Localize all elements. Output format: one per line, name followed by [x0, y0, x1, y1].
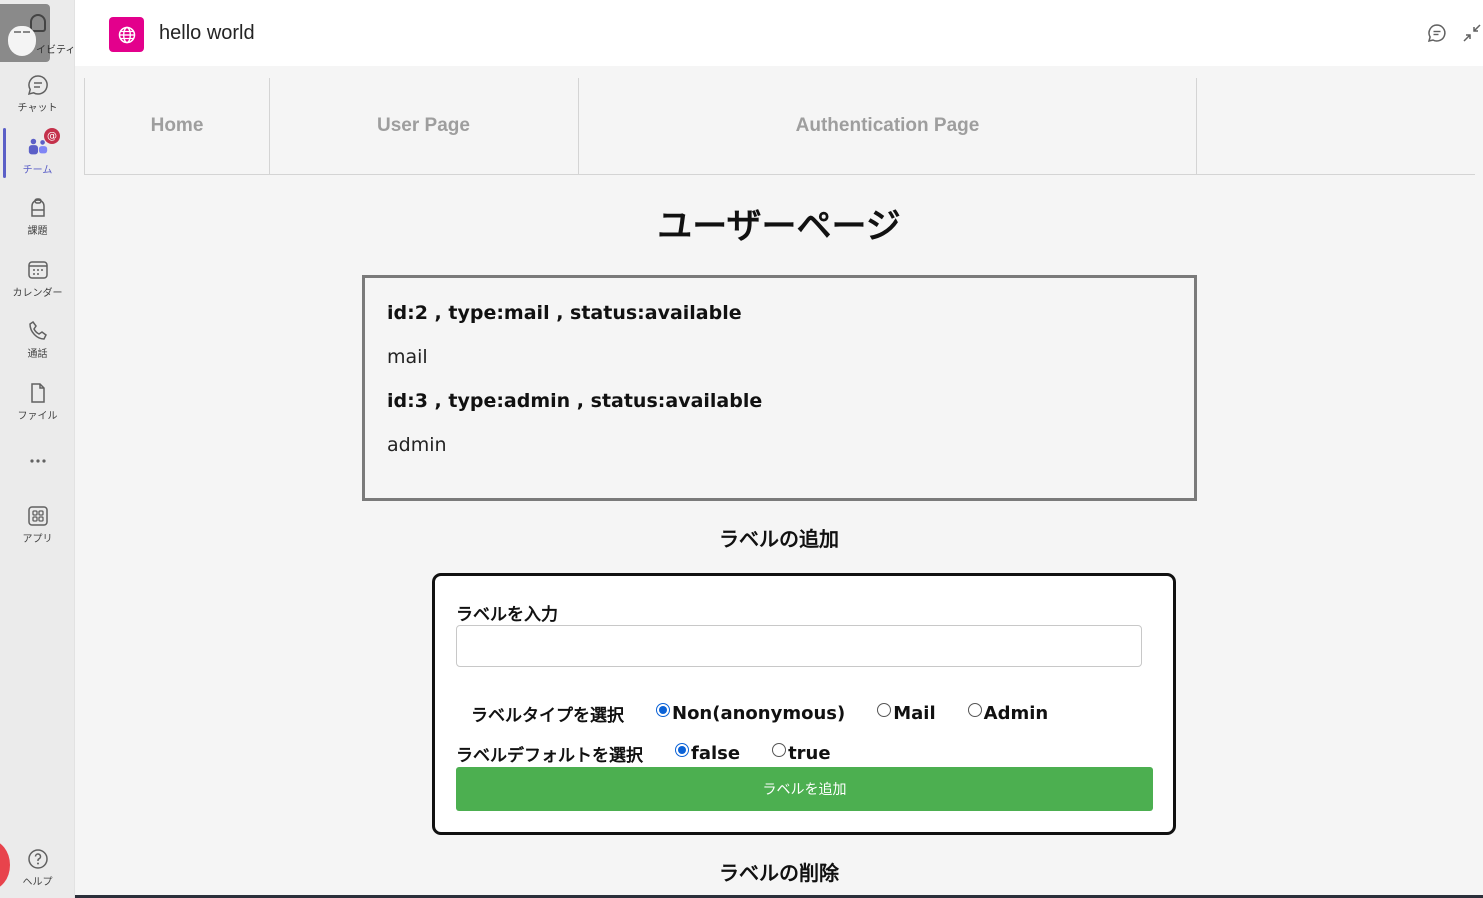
tab-label: Home	[150, 115, 204, 136]
main-content: Home User Page Authentication Page ユーザーペ…	[75, 66, 1483, 898]
rail-item-calendar[interactable]: カレンダー	[0, 259, 75, 315]
radio-checked-icon[interactable]	[656, 702, 670, 717]
file-icon	[27, 382, 49, 404]
assignments-icon	[27, 197, 49, 219]
app-rail: イビティ チャット チーム @ 課題 カレンダー 通話 ファイル アプリ ヘルプ	[0, 0, 75, 898]
option-label: Admin	[983, 703, 1049, 724]
radio-checked-icon[interactable]	[675, 742, 689, 757]
app-title: hello world	[159, 22, 255, 44]
type-option-non[interactable]: Non(anonymous)	[656, 702, 846, 724]
rail-item-label: カレンダー	[12, 288, 63, 299]
default-option-true[interactable]: true	[772, 742, 831, 764]
calendar-icon	[27, 259, 49, 281]
type-radio-group: ラベルタイプを選択 Non(anonymous) Mail Admin	[471, 701, 1048, 726]
option-label: Non(anonymous)	[672, 703, 846, 724]
delete-section-title: ラベルの削除	[719, 861, 839, 885]
app-header: hello world	[75, 0, 1483, 66]
rail-item-label: 課題	[27, 226, 48, 237]
rail-item-label: アプリ	[22, 534, 53, 545]
default-radio-group: ラベルデフォルトを選択 false true	[456, 741, 831, 766]
add-label-button[interactable]: ラベルを追加	[456, 767, 1153, 811]
add-section-title: ラベルの追加	[719, 527, 839, 551]
rail-item-apps[interactable]: アプリ	[0, 505, 75, 561]
label-header: id:3 , type:admin , status:available	[387, 390, 763, 412]
rail-item-label: チャット	[17, 103, 58, 114]
option-label: false	[691, 743, 741, 764]
tab-label: Authentication Page	[795, 115, 980, 136]
tab-home[interactable]: Home	[84, 78, 270, 174]
page-title: ユーザーページ	[657, 207, 901, 247]
tab-label: User Page	[377, 115, 470, 136]
activity-button[interactable]: イビティ	[0, 4, 75, 62]
rail-item-label: ヘルプ	[22, 877, 53, 888]
rail-item-label: ファイル	[17, 411, 58, 422]
rail-item-teams[interactable]: チーム	[0, 136, 75, 192]
radio-icon[interactable]	[877, 702, 892, 717]
activity-label: イビティ	[36, 45, 76, 56]
rail-item-help[interactable]: ヘルプ	[0, 848, 75, 898]
label-input-label: ラベルを入力	[456, 605, 558, 625]
globe-icon	[109, 17, 144, 52]
phone-icon	[27, 320, 49, 342]
rail-item-calls[interactable]: 通話	[0, 320, 75, 376]
rail-item-label: チーム	[22, 165, 53, 176]
rail-item-label: 通話	[27, 349, 48, 360]
radio-icon[interactable]	[772, 742, 787, 757]
label-value: admin	[387, 434, 447, 456]
label-header: id:2 , type:mail , status:available	[387, 302, 742, 324]
more-icon	[27, 450, 49, 472]
avatar	[8, 26, 36, 56]
conversation-icon[interactable]	[1426, 22, 1448, 44]
apps-icon	[27, 505, 49, 527]
label-value: mail	[387, 346, 428, 368]
tab-authentication-page[interactable]: Authentication Page	[578, 78, 1197, 174]
chat-icon	[27, 74, 49, 96]
option-label: true	[788, 743, 831, 764]
minimize-icon[interactable]	[1461, 22, 1483, 44]
radio-icon[interactable]	[967, 702, 982, 717]
nav-tabs: Home User Page Authentication Page	[84, 78, 1475, 175]
label-list: id:2 , type:mail , status:available mail…	[362, 275, 1197, 501]
help-icon	[27, 848, 49, 870]
mention-badge: @	[44, 128, 60, 144]
type-option-mail[interactable]: Mail	[877, 702, 936, 724]
tab-user-page[interactable]: User Page	[269, 78, 579, 174]
rail-item-files[interactable]: ファイル	[0, 382, 75, 438]
default-row-label: ラベルデフォルトを選択	[456, 746, 643, 766]
option-label: Mail	[893, 703, 936, 724]
rail-item-chat[interactable]: チャット	[0, 74, 75, 130]
type-option-admin[interactable]: Admin	[967, 702, 1049, 724]
rail-item-more[interactable]	[0, 450, 75, 506]
rail-item-assignments[interactable]: 課題	[0, 197, 75, 253]
default-option-false[interactable]: false	[675, 742, 741, 764]
add-label-form: ラベルを入力 ラベルタイプを選択 Non(anonymous) Mail Adm…	[432, 573, 1176, 835]
type-row-label: ラベルタイプを選択	[471, 706, 624, 726]
label-input[interactable]	[456, 625, 1142, 667]
